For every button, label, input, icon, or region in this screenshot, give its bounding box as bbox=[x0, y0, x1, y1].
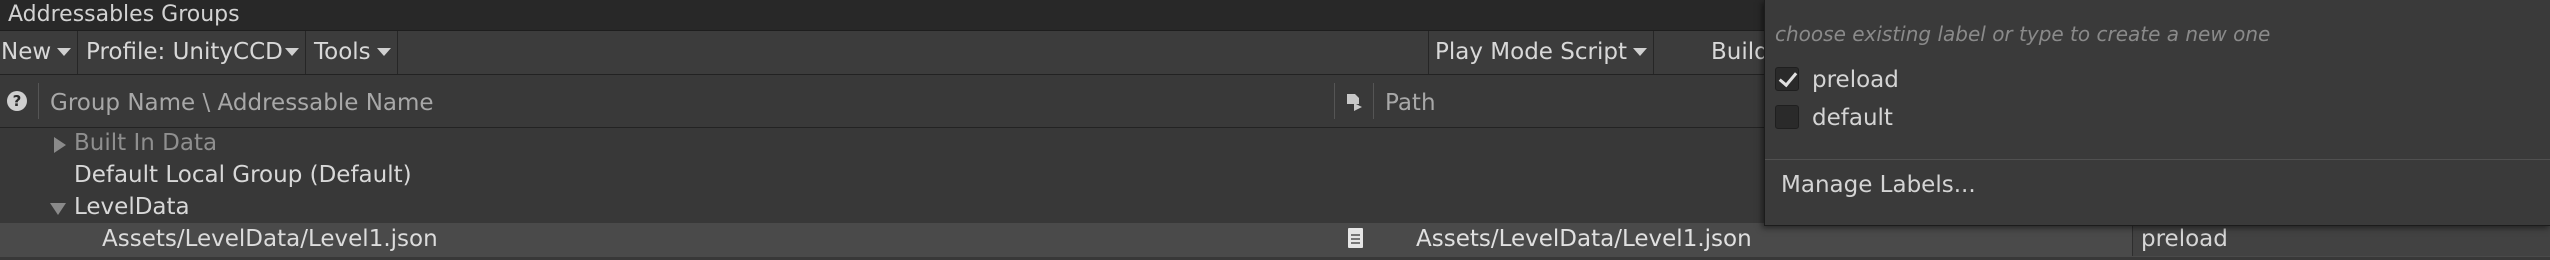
popup-divider bbox=[1765, 159, 2550, 160]
column-divider[interactable] bbox=[38, 83, 39, 119]
asset-path: Assets/LevelData/Level1.json bbox=[1416, 226, 1752, 252]
caret-down-icon bbox=[284, 48, 299, 56]
checkbox[interactable] bbox=[1775, 105, 1799, 129]
new-dropdown[interactable]: New bbox=[0, 31, 79, 74]
help-icon[interactable]: ? bbox=[7, 91, 27, 111]
label-search-input[interactable]: choose existing label or type to create … bbox=[1775, 22, 2270, 46]
label-option-text: preload bbox=[1812, 67, 1899, 93]
addressables-groups-window: Addressables Groups New Profile: UnityCC… bbox=[0, 0, 2550, 260]
label-option-preload[interactable]: preload bbox=[1775, 65, 2475, 95]
labels-value: preload bbox=[2141, 226, 2228, 252]
caret-down-icon bbox=[1632, 48, 1647, 56]
labels-field[interactable]: preload bbox=[2132, 223, 2550, 256]
tree-row-label: LevelData bbox=[74, 194, 190, 220]
expand-arrow-icon[interactable] bbox=[54, 137, 66, 153]
tools-dropdown[interactable]: Tools bbox=[308, 31, 398, 74]
tree-row-label: Assets/LevelData/Level1.json bbox=[102, 226, 438, 252]
group-name-column-header[interactable]: Group Name \ Addressable Name bbox=[50, 75, 434, 131]
collapse-arrow-icon[interactable] bbox=[50, 203, 66, 215]
document-icon bbox=[1348, 228, 1363, 248]
window-title: Addressables Groups bbox=[8, 2, 240, 27]
build-dropdown-label: Build bbox=[1711, 39, 1769, 65]
tools-dropdown-label: Tools bbox=[314, 39, 371, 65]
new-dropdown-label: New bbox=[1, 39, 52, 65]
label-option-text: default bbox=[1812, 105, 1893, 131]
checkmark-icon[interactable] bbox=[1775, 67, 1799, 91]
column-divider[interactable] bbox=[1373, 83, 1374, 119]
play-mode-script-dropdown[interactable]: Play Mode Script bbox=[1429, 31, 1654, 74]
profile-dropdown[interactable]: Profile: UnityCCD bbox=[80, 31, 306, 74]
play-mode-script-label: Play Mode Script bbox=[1435, 39, 1627, 65]
label-popup: choose existing label or type to create … bbox=[1764, 0, 2550, 226]
profile-dropdown-label: Profile: UnityCCD bbox=[86, 39, 283, 65]
caret-down-icon bbox=[57, 48, 72, 56]
tree-row-label: Default Local Group (Default) bbox=[74, 162, 412, 188]
column-divider[interactable] bbox=[1334, 83, 1335, 119]
asset-type-icon[interactable] bbox=[1345, 93, 1363, 111]
manage-labels-button[interactable]: Manage Labels... bbox=[1781, 172, 1976, 198]
tree-row-label: Built In Data bbox=[74, 130, 218, 156]
label-option-default[interactable]: default bbox=[1775, 103, 2475, 133]
caret-down-icon bbox=[376, 48, 391, 56]
tree-row-level1-json[interactable]: Assets/LevelData/Level1.json Assets/Leve… bbox=[0, 223, 2550, 257]
path-column-header[interactable]: Path bbox=[1385, 75, 1436, 131]
